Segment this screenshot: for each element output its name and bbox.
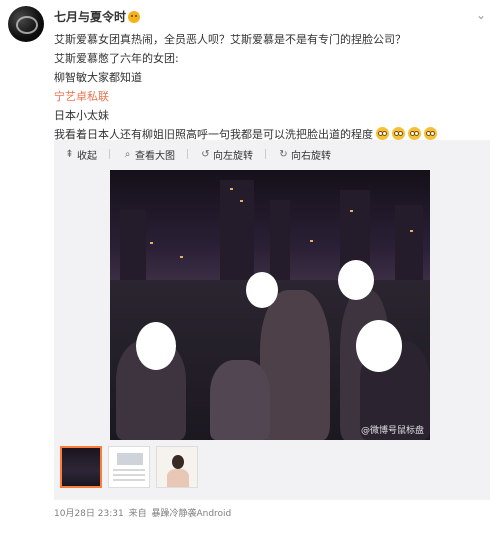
photo-building [270,200,290,280]
shy-face-icon [376,127,389,140]
post-photo[interactable]: @微博号鼠标盘 [110,170,430,440]
photo-light [350,210,353,212]
photo-light [150,242,153,244]
photo-light [310,240,313,242]
post-source[interactable]: 暴躁冷静袭Android [151,509,231,519]
thumbnail-strip [60,446,204,490]
photo-light [410,230,413,232]
chevron-down-icon[interactable]: ⌄ [474,8,488,22]
thumbnail-portrait-head [172,455,184,469]
face-blur-mask [246,272,278,308]
rotate-left-label: 向左旋转 [213,150,253,162]
post-timestamp[interactable]: 10月28日 23:31 [54,509,124,519]
thumbnail-document[interactable] [108,446,150,488]
post-text: 艾斯爱慕女团真热闹，全员恶人呗？艾斯爱慕是不是有专门的捏脸公司？ 艾斯爱慕憋了六… [54,30,484,144]
toolbar-divider [187,149,188,159]
view-large-label: 查看大图 [135,150,175,162]
photo-light [230,188,233,190]
rotate-right-button[interactable]: ↻ 向右旋转 [278,147,331,162]
avatar-graphic [16,16,38,34]
shy-face-icon [424,127,437,140]
collapse-button[interactable]: ⇞ 收起 [64,147,97,162]
shy-face-icon [392,127,405,140]
thumbnail-portrait[interactable] [156,446,198,488]
collapse-label: 收起 [77,150,97,162]
thumbnail-document-graphic [117,453,143,465]
photo-watermark: @微博号鼠标盘 [360,426,424,436]
media-panel: ⇞ 收起 ⌕ 查看大图 ↺ 向左旋转 ↻ 向右旋转 @微博号鼠标盘 [54,140,490,500]
photo-building [120,210,146,280]
photo-person [210,360,270,440]
post-text-line-2: 艾斯爱慕憋了六年的女团: [54,52,179,65]
rotate-right-icon: ↻ [279,148,288,160]
rotate-right-label: 向右旋转 [291,150,331,162]
smiley-face-icon [128,11,141,23]
face-blur-mask [356,320,402,372]
thumbnail-document-line [113,469,145,471]
thumbnail-portrait-body [167,469,189,487]
photo-person [260,290,330,440]
thumbnail-document-line [113,474,145,476]
rotate-left-button[interactable]: ↺ 向左旋转 [200,147,253,162]
toolbar-divider [265,149,266,159]
post-text-line-3: 柳智敏大家都知道 [54,71,142,84]
thumbnail-document-line [113,479,145,481]
photo-building [220,180,254,280]
face-blur-mask [338,260,374,300]
post-text-link[interactable]: 宁艺卓私联 [54,87,484,106]
collapse-icon: ⇞ [65,148,74,160]
zoom-icon: ⌕ [124,148,131,160]
username-text: 七月与夏令时 [54,10,127,24]
source-prefix: 来自 [128,509,147,519]
photo-light [240,200,243,202]
media-toolbar: ⇞ 收起 ⌕ 查看大图 ↺ 向左旋转 ↻ 向右旋转 [64,146,343,162]
username-link[interactable]: 七月与夏令时 [54,8,141,25]
thumbnail-night-rooftop[interactable] [60,446,102,488]
post-text-line-1: 艾斯爱慕女团真热闹，全员恶人呗？艾斯爱慕是不是有专门的捏脸公司？ [54,33,406,46]
toolbar-divider [109,149,110,159]
post-text-line-5: 日本小太妹 [54,109,109,122]
photo-building [395,205,423,280]
post-footer: 10月28日 23:31 来自 暴躁冷静袭Android [54,506,233,519]
rotate-left-icon: ↺ [201,148,210,160]
view-large-button[interactable]: ⌕ 查看大图 [122,147,175,162]
user-avatar[interactable] [8,6,44,42]
photo-light [180,256,183,258]
face-blur-mask [136,322,176,370]
shy-face-icon [408,127,421,140]
